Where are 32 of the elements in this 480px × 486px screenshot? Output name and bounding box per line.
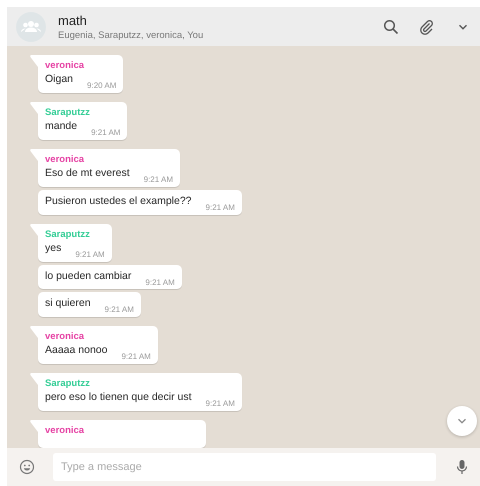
message-time: 9:21 AM <box>206 399 235 409</box>
message-text: yes <box>45 242 62 256</box>
sender-name: veronica <box>45 60 86 72</box>
participants-list: Eugenia, Saraputzz, veronica, You <box>58 30 364 40</box>
message-text: Oigan <box>45 73 74 88</box>
chat-title: math <box>58 12 88 28</box>
message-time: 9:21 AM <box>121 352 151 362</box>
message-text: Aaaaa nonoo <box>45 344 108 358</box>
message-text: lo pueden cambiar <box>45 270 132 284</box>
sender-name: veronica <box>45 424 86 436</box>
message-text: Pusieron ustedes el example?? <box>45 194 192 209</box>
message-text: si quieren <box>45 297 91 312</box>
paperclip-icon[interactable] <box>418 18 434 34</box>
sender-name: veronica <box>45 154 86 166</box>
sender-name: Saraputzz <box>45 228 91 240</box>
message-time: 9:21 AM <box>104 305 134 315</box>
message-text: pero eso lo tienen que decir ust <box>45 391 192 406</box>
message-time: 9:21 AM <box>91 128 120 138</box>
emoji-icon[interactable] <box>19 459 35 475</box>
message-time: 9:21 AM <box>75 250 105 260</box>
sender-name: Saraputzz <box>45 106 91 118</box>
sender-name: veronica <box>45 330 86 342</box>
sender-name: Saraputzz <box>45 378 91 390</box>
message-time: 9:21 AM <box>145 278 175 288</box>
message-time: 9:20 AM <box>87 81 116 91</box>
search-icon[interactable] <box>383 18 399 34</box>
message-text: Eso de mt everest <box>45 167 130 182</box>
microphone-icon[interactable] <box>454 459 470 475</box>
message-time: 9:21 AM <box>144 175 173 185</box>
message-input[interactable]: Type a message <box>53 453 436 481</box>
message-text: mande <box>45 120 78 134</box>
message-time: 9:21 AM <box>206 202 235 213</box>
